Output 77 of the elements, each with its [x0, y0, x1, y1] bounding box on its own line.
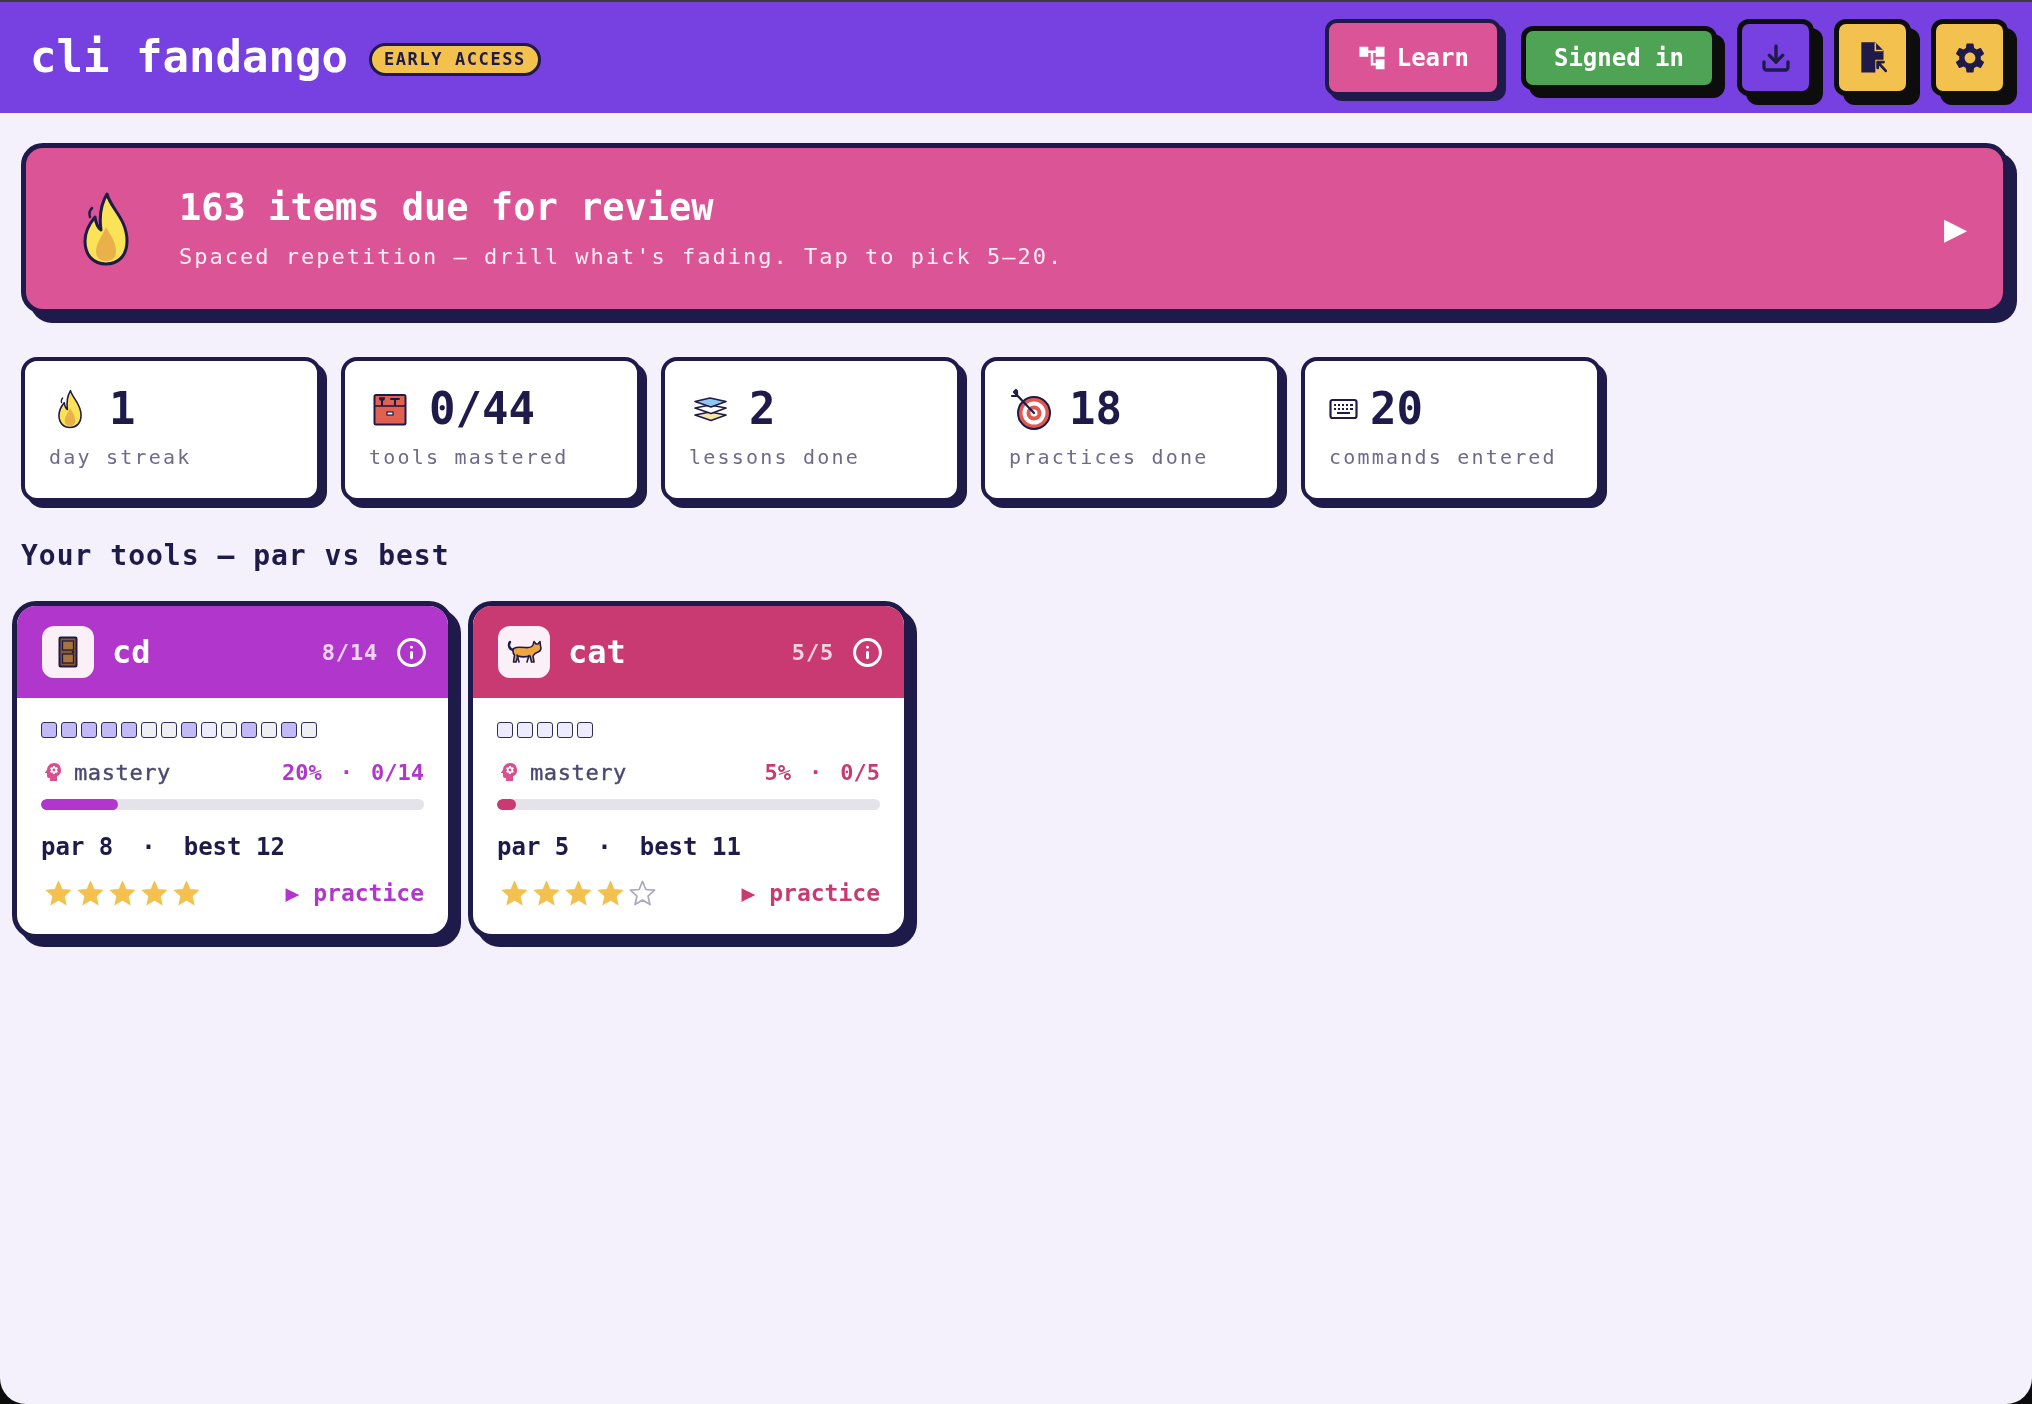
tally-square [101, 722, 117, 738]
tally-square [181, 722, 197, 738]
play-arrow: ▶ [1943, 213, 1967, 244]
flame-icon [81, 190, 131, 267]
star-icon [629, 880, 656, 906]
star-icon [501, 880, 528, 906]
tool-name: cat [568, 633, 626, 671]
mastery-label: mastery [530, 759, 627, 785]
tally-square [537, 722, 553, 738]
target-icon [1010, 387, 1052, 431]
star-icon [109, 880, 136, 906]
stat-value: 0/44 [429, 384, 535, 434]
cat-icon [498, 626, 550, 678]
banner-title: 163 items due for review [179, 186, 714, 230]
practice-link[interactable]: ▶ practice [741, 880, 880, 906]
tally-square [261, 722, 277, 738]
practice-link[interactable]: ▶ practice [285, 880, 424, 906]
mastery-percent: 20% [282, 759, 322, 785]
tally-square [557, 722, 573, 738]
stat-value: 1 [109, 384, 136, 434]
tally-square [221, 722, 237, 738]
books-icon [693, 396, 728, 422]
tally-square [301, 722, 317, 738]
app-title: cli fandango [30, 33, 348, 82]
best-value: best 12 [183, 832, 285, 862]
stat-value: 18 [1069, 384, 1122, 434]
stat-label: practices done [1009, 444, 1209, 470]
section-heading: Your tools — par vs best [21, 538, 450, 574]
tally-square [281, 722, 297, 738]
dot-separator: · [809, 759, 823, 785]
tally-square [141, 722, 157, 738]
stat-label: commands entered [1329, 444, 1557, 470]
star-icon [141, 880, 168, 906]
tally-square [517, 722, 533, 738]
tally-square [201, 722, 217, 738]
par-value: par 8 [41, 832, 114, 862]
tally-square [241, 722, 257, 738]
tally-square [41, 722, 57, 738]
stat-value: 20 [1370, 384, 1423, 434]
stat-label: tools mastered [369, 444, 569, 470]
mastery-label: mastery [74, 759, 171, 785]
mastery-ratio: 0/14 [371, 759, 424, 785]
par-value: par 5 [497, 832, 570, 862]
mastery-ratio: 0/5 [840, 759, 880, 785]
best-value: best 11 [639, 832, 741, 862]
toolbox-icon [373, 392, 407, 426]
tool-count: 8/14 [321, 639, 378, 665]
star-icon [533, 880, 560, 906]
star-icon [565, 880, 592, 906]
tally-square [81, 722, 97, 738]
tally-square [61, 722, 77, 738]
dot-separator: · [339, 759, 353, 785]
flame-icon [56, 389, 84, 429]
stat-label: lessons done [689, 444, 860, 470]
status-badge: EARLY ACCESS [368, 42, 541, 77]
dot-separator: · [597, 832, 612, 862]
mastery-percent: 5% [764, 759, 791, 785]
info-icon[interactable] [396, 636, 427, 668]
banner-subtitle: Spaced repetition — drill what's fading. Tap to pick 5–20. [179, 243, 1064, 271]
stat-value: 2 [749, 384, 776, 434]
info-icon[interactable] [852, 636, 883, 668]
tally-square [161, 722, 177, 738]
tool-name: cd [112, 633, 151, 671]
star-icon [173, 880, 200, 906]
stat-label: day streak [49, 444, 192, 470]
download-icon [1759, 41, 1792, 74]
star-icon [597, 880, 624, 906]
star-icon [45, 880, 72, 906]
dot-separator: · [141, 832, 156, 862]
keyboard-icon [1329, 398, 1358, 420]
tally-square [497, 722, 513, 738]
file-icon [1858, 40, 1887, 75]
tally-square [121, 722, 137, 738]
tally-square [577, 722, 593, 738]
star-icon [77, 880, 104, 906]
tool-count: 5/5 [791, 639, 834, 665]
door-icon [42, 626, 94, 678]
